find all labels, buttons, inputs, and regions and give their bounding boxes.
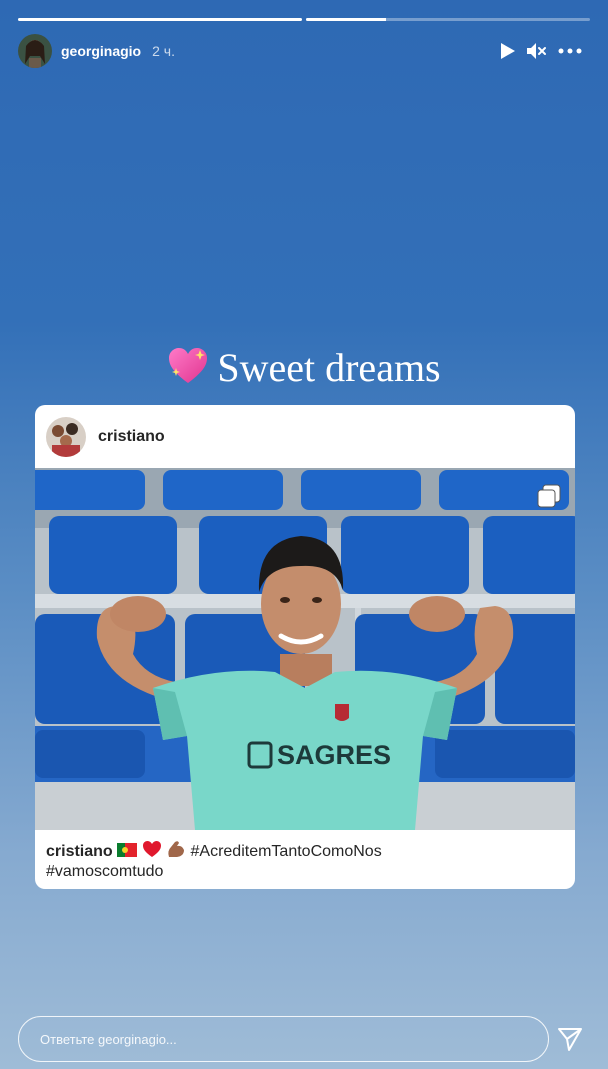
jersey-sponsor-text: SAGRES (277, 740, 391, 770)
story-progress (18, 18, 590, 21)
hashtag-link[interactable]: #AcreditemTantoComoNos (191, 843, 382, 860)
shared-post-photo[interactable]: SAGRES (35, 468, 575, 830)
shared-post-avatar[interactable] (46, 416, 86, 457)
caption-username[interactable]: cristiano (46, 843, 113, 860)
play-icon[interactable] (498, 42, 516, 60)
sparkling-heart-icon (167, 346, 209, 396)
portugal-flag-icon (117, 843, 141, 860)
red-heart-icon (142, 841, 166, 860)
send-icon[interactable] (556, 1025, 584, 1053)
story-caption-text: Sweet dreams (217, 345, 441, 390)
story-caption: Sweet dreams (0, 344, 608, 396)
story-progress-segment (18, 18, 302, 21)
hashtag-link[interactable]: #vamoscomtudo (46, 863, 163, 880)
reply-placeholder: Ответьте georginagio... (40, 1031, 177, 1047)
flexed-biceps-icon (166, 841, 190, 860)
shared-post-caption: cristiano #AcreditemTantoComoNos #vamosc… (46, 839, 563, 882)
carousel-icon (537, 484, 561, 513)
avatar[interactable] (18, 34, 52, 68)
shared-post-username[interactable]: cristiano (98, 428, 165, 446)
story-controls (498, 42, 582, 60)
story-header: georginagio 2 ч. (18, 34, 582, 68)
story-progress-segment (306, 18, 590, 21)
shared-post-header: cristiano (35, 405, 575, 468)
story-time: 2 ч. (152, 43, 175, 59)
mute-icon[interactable] (526, 42, 548, 60)
reply-input[interactable]: Ответьте georginagio... (18, 1016, 549, 1062)
story-username[interactable]: georginagio (61, 43, 141, 59)
more-icon[interactable] (558, 48, 582, 54)
shared-post-card[interactable]: cristiano SAGRES cristiano #AcreditemTan… (35, 405, 575, 889)
